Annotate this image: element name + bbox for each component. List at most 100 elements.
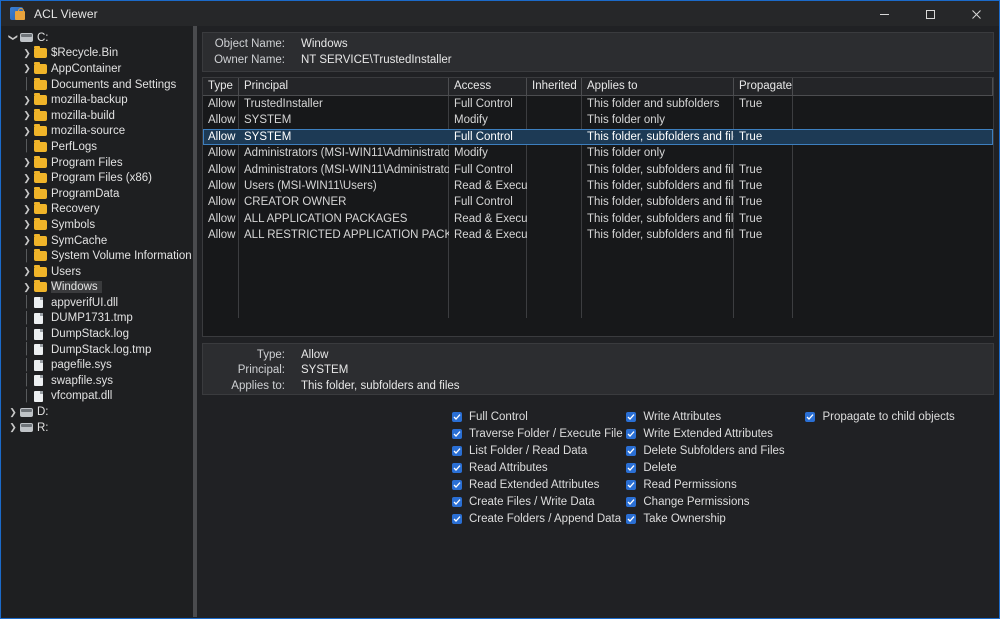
chevron-right-icon[interactable]: ❯	[20, 236, 34, 245]
tree-item-d[interactable]: ❯ D:	[2, 404, 193, 420]
chevron-right-icon[interactable]: ❯	[6, 423, 20, 432]
chevron-right-icon[interactable]: ❯	[20, 111, 34, 120]
permission-item[interactable]: Full Control	[452, 408, 626, 425]
chevron-right-icon[interactable]: ❯	[20, 126, 34, 136]
tree-item-symcache[interactable]: ❯ SymCache	[2, 233, 193, 249]
permission-item[interactable]: Write Extended Attributes	[626, 425, 805, 442]
tree-item-perflogs[interactable]: │ PerfLogs	[2, 139, 193, 155]
column-header-type[interactable]: Type	[203, 78, 239, 95]
tree-item-dump1731-tmp[interactable]: │ DUMP1731.tmp	[2, 311, 193, 327]
table-row[interactable]: Allow Administrators (MSI-WIN11\Administr…	[203, 162, 993, 178]
table-row[interactable]: Allow SYSTEM Modify This folder only	[203, 112, 993, 128]
checkbox-checked-icon[interactable]	[626, 479, 637, 490]
tree-item-recovery[interactable]: ❯ Recovery	[2, 202, 193, 218]
checkbox-checked-icon[interactable]	[452, 411, 462, 422]
column-header-propagate[interactable]: Propagate	[734, 78, 793, 95]
column-header-principal[interactable]: Principal	[239, 78, 449, 95]
permission-item[interactable]: Read Permissions	[626, 476, 805, 493]
permission-item[interactable]: Change Permissions	[626, 493, 805, 510]
chevron-right-icon[interactable]: ❯	[20, 48, 34, 58]
maximize-button[interactable]	[907, 1, 953, 27]
tree-item-documents-and-settings[interactable]: │ Documents and Settings	[2, 77, 193, 93]
checkbox-checked-icon[interactable]	[452, 496, 462, 507]
checkbox-checked-icon[interactable]	[452, 462, 462, 473]
chevron-right-icon[interactable]: ❯	[20, 267, 34, 276]
tree-item-system-volume-information[interactable]: │ System Volume Information	[2, 248, 193, 264]
detail-principal-value: SYSTEM	[301, 364, 349, 377]
tree-item-mozilla-backup[interactable]: ❯ mozilla-backup	[2, 92, 193, 108]
tree-item-dumpstack-log[interactable]: │ DumpStack.log	[2, 326, 193, 342]
checkbox-checked-icon[interactable]	[805, 411, 816, 422]
permission-item[interactable]: Traverse Folder / Execute File	[452, 425, 626, 442]
cell-propagate: True	[739, 196, 763, 209]
tree-item-windows[interactable]: ❯ Windows	[2, 280, 193, 296]
close-button[interactable]	[953, 1, 999, 27]
tree-item-dumpstack-log-tmp[interactable]: │ DumpStack.log.tmp	[2, 342, 193, 358]
checkbox-checked-icon[interactable]	[626, 445, 637, 456]
folder-tree-panel[interactable]: ❯ C: ❯ $Recycle.Bin ❯ AppContainer │ Documents …	[2, 26, 193, 617]
cell-access: Full Control	[454, 196, 513, 209]
checkbox-checked-icon[interactable]	[452, 513, 462, 524]
tree-item-label: Symbols	[51, 218, 96, 231]
tree-item-swapfile-sys[interactable]: │ swapfile.sys	[2, 373, 193, 389]
chevron-right-icon[interactable]: ❯	[20, 220, 34, 229]
table-row[interactable]: Allow TrustedInstaller Full Control This fo…	[203, 96, 993, 112]
permission-item[interactable]: Delete	[626, 459, 805, 476]
tree-item-recycle-bin[interactable]: ❯ $Recycle.Bin	[2, 46, 193, 62]
tree-item-label: swapfile.sys	[51, 374, 113, 387]
tree-item-appverifui-dll[interactable]: │ appverifUI.dll	[2, 295, 193, 311]
acl-table[interactable]: Type Principal Access Inherited Applies …	[202, 77, 994, 337]
table-row[interactable]: Allow ALL APPLICATION PACKAGES Read & Exec…	[203, 211, 993, 227]
tree-item-pagefile-sys[interactable]: │ pagefile.sys	[2, 357, 193, 373]
checkbox-checked-icon[interactable]	[626, 428, 637, 439]
tree-item-mozilla-build[interactable]: ❯ mozilla-build	[2, 108, 193, 124]
minimize-button[interactable]	[861, 1, 907, 27]
permission-item[interactable]: List Folder / Read Data	[452, 442, 626, 459]
permissions-column-basic: Full Control Traverse Folder / Execute Fi…	[452, 408, 626, 548]
table-row[interactable]: Allow ALL RESTRICTED APPLICATION PACKAGES…	[203, 227, 993, 243]
checkbox-checked-icon[interactable]	[626, 513, 637, 524]
table-row[interactable]: Allow Users (MSI-WIN11\Users) Read & Execu…	[203, 178, 993, 194]
tree-item-appcontainer[interactable]: ❯ AppContainer	[2, 61, 193, 77]
checkbox-checked-icon[interactable]	[452, 479, 462, 490]
table-row[interactable]: Allow CREATOR OWNER Full Control This folde…	[203, 194, 993, 210]
column-header-inherited[interactable]: Inherited	[527, 78, 582, 95]
permission-item[interactable]: Propagate to child objects	[805, 408, 994, 425]
checkbox-checked-icon[interactable]	[626, 462, 637, 473]
tree-item-label: Windows	[51, 281, 102, 294]
chevron-down-icon[interactable]: ❯	[9, 31, 19, 45]
permission-item[interactable]: Take Ownership	[626, 510, 805, 527]
chevron-right-icon[interactable]: ❯	[20, 204, 34, 214]
column-header-access[interactable]: Access	[449, 78, 527, 95]
tree-item-program-files-x86[interactable]: ❯ Program Files (x86)	[2, 170, 193, 186]
permission-item[interactable]: Read Attributes	[452, 459, 626, 476]
table-row[interactable]: Allow Administrators (MSI-WIN11\Administr…	[203, 145, 993, 161]
permission-item[interactable]: Create Folders / Append Data	[452, 510, 626, 527]
permission-item[interactable]: Write Attributes	[626, 408, 805, 425]
checkbox-checked-icon[interactable]	[626, 496, 637, 507]
tree-item-r[interactable]: ❯ R:	[2, 420, 193, 436]
chevron-right-icon[interactable]: ❯	[20, 64, 34, 73]
chevron-right-icon[interactable]: ❯	[20, 158, 34, 167]
tree-item-vfcompat-dll[interactable]: │ vfcompat.dll	[2, 389, 193, 405]
chevron-right-icon[interactable]: ❯	[6, 407, 20, 417]
tree-item-users[interactable]: ❯ Users	[2, 264, 193, 280]
chevron-right-icon[interactable]: ❯	[20, 173, 34, 183]
tree-line: │	[23, 249, 31, 262]
column-header-applies-to[interactable]: Applies to	[582, 78, 734, 95]
chevron-right-icon[interactable]: ❯	[20, 189, 34, 198]
tree-item-program-files[interactable]: ❯ Program Files	[2, 155, 193, 171]
tree-item-mozilla-source[interactable]: ❯ mozilla-source	[2, 124, 193, 140]
checkbox-checked-icon[interactable]	[626, 411, 637, 422]
checkbox-checked-icon[interactable]	[452, 428, 462, 439]
permission-item[interactable]: Read Extended Attributes	[452, 476, 626, 493]
chevron-right-icon[interactable]: ❯	[20, 95, 34, 105]
checkbox-checked-icon[interactable]	[452, 445, 462, 456]
tree-item-c[interactable]: ❯ C:	[2, 30, 193, 46]
permission-item[interactable]: Delete Subfolders and Files	[626, 442, 805, 459]
tree-item-symbols[interactable]: ❯ Symbols	[2, 217, 193, 233]
chevron-right-icon[interactable]: ❯	[20, 282, 34, 292]
table-row[interactable]: Allow SYSTEM Full Control This folder, subf…	[203, 128, 993, 146]
tree-item-programdata[interactable]: ❯ ProgramData	[2, 186, 193, 202]
permission-item[interactable]: Create Files / Write Data	[452, 493, 626, 510]
